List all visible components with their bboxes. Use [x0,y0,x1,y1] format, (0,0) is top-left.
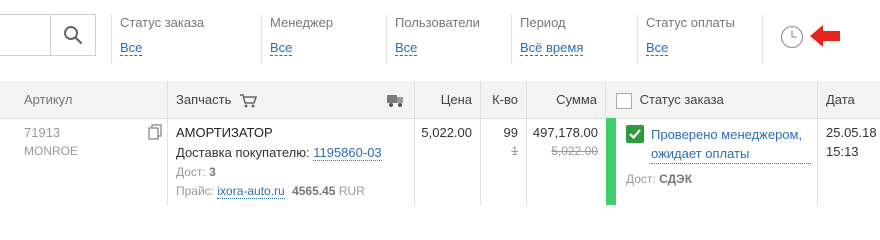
part-cell: АМОРТИЗАТОР Доставка покупателю: 1195860… [168,118,415,205]
search-button[interactable] [50,14,96,56]
dost-info: Дост: 3 [176,165,414,179]
sum-value: 497,178.00 [532,125,598,140]
cart-icon [239,93,258,108]
order-date: 25.05.18 [826,125,877,140]
column-header-article[interactable]: Артикул [0,81,168,118]
filter-order-status: Статус заказа Все [111,14,261,64]
filter-payment-status: Статус оплаты Все [637,14,762,64]
status-color-bar [606,118,616,205]
sum-cell: 497,178.00 5,022.00 [527,118,606,205]
clock-icon[interactable] [780,25,804,49]
price-cell: 5,022.00 [415,118,481,205]
status-checkbox[interactable] [626,125,644,143]
truck-icon [387,95,403,107]
article-cell: 71913 MONROE [0,118,168,205]
filter-order-status-label: Статус заказа [120,15,205,30]
table-header: Артикул Запчасть Цена К-во Сумма Статус … [0,81,880,119]
sum-old-value: 5,022.00 [551,144,598,158]
delivery-method: Дост: СДЭК [626,172,817,186]
qty-old-value: 1 [511,144,518,158]
search-icon [64,26,83,45]
filter-users-label: Пользователи [395,15,480,30]
purchase-price: 4565.45 [292,184,336,198]
filter-manager: Менеджер Все [261,14,386,64]
arrow-left-icon [810,25,840,47]
filter-manager-value[interactable]: Все [270,40,293,57]
order-time: 15:13 [826,144,859,159]
column-header-price[interactable]: Цена [415,81,481,118]
dost-label: Дост: [176,165,206,179]
price-source-label: Прайс: [176,184,215,198]
price-source-link[interactable]: ixora-auto.ru [217,184,285,199]
select-all-checkbox[interactable] [616,92,632,109]
filter-period-label: Период [520,15,566,30]
search-input[interactable] [0,14,51,56]
column-header-qty[interactable]: К-во [481,81,527,118]
column-header-status-label: Статус заказа [639,92,724,107]
filter-payment-status-value[interactable]: Все [646,40,669,57]
filter-manager-label: Менеджер [270,15,334,30]
delivery-order-link[interactable]: 1195860-03 [313,145,382,161]
column-header-part[interactable]: Запчасть [168,81,415,118]
filter-period: Период Всё время [511,14,637,64]
qty-value: 99 [503,125,518,140]
dost-value: 3 [209,165,216,179]
order-status-link[interactable]: Проверено менеджером, ожидает оплаты [651,125,811,164]
article-number: 71913 [24,125,61,140]
filter-bar: Статус заказа Все Менеджер Все Пользоват… [0,0,880,82]
purchase-currency: RUR [338,184,365,198]
column-header-part-label: Запчасть [176,92,232,107]
filter-users: Пользователи Все [386,14,511,64]
date-cell: 25.05.18 15:13 [818,118,880,205]
delivery-label: Доставка покупателю: [176,145,310,160]
delivery-method-label: Дост: [626,172,656,186]
filter-payment-status-label: Статус оплаты [646,15,735,30]
filter-order-status-value[interactable]: Все [120,40,143,57]
qty-cell: 99 1 [481,118,527,205]
part-name: АМОРТИЗАТОР [176,125,273,140]
price-value: 5,022.00 [421,125,472,140]
delivery-info: Доставка покупателю: 1195860-03 [176,145,414,161]
column-header-status: Статус заказа [606,81,818,118]
column-header-sum[interactable]: Сумма [527,81,606,118]
column-header-date[interactable]: Дата [818,81,880,118]
filter-users-value[interactable]: Все [395,40,418,57]
delivery-method-value: СДЭК [659,172,693,186]
table-row: 71913 MONROE АМОРТИЗАТОР Доставка покупа… [0,118,880,205]
filter-period-value[interactable]: Всё время [520,40,584,57]
price-source-info: Прайс: ixora-auto.ru 4565.45 RUR [176,184,414,199]
status-cell: Проверено менеджером, ожидает оплаты Дос… [616,118,818,205]
brand-name: MONROE [24,144,78,158]
copy-icon[interactable] [148,124,162,140]
check-icon [629,129,641,140]
